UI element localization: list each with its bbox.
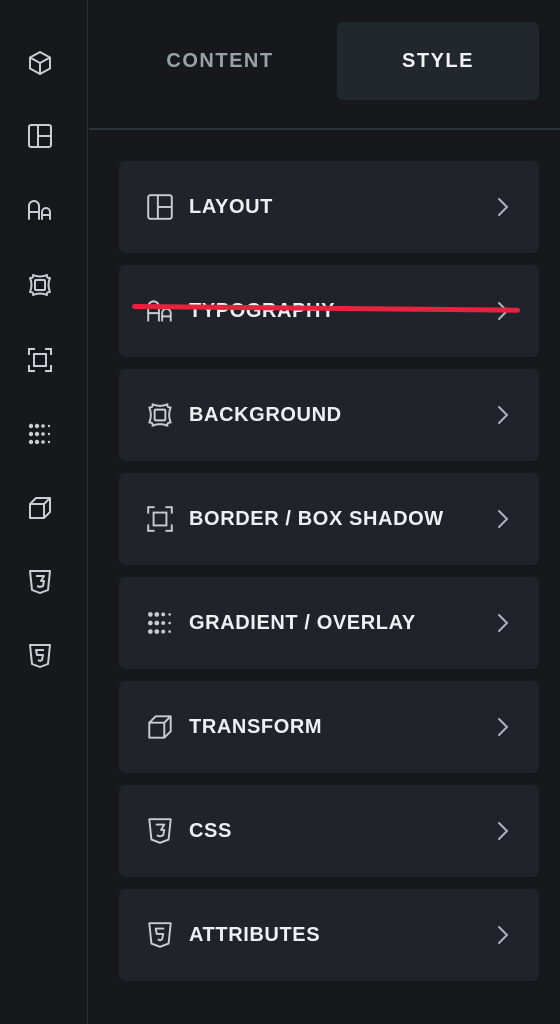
chevron-right-icon (493, 921, 513, 949)
typography-icon (145, 296, 175, 326)
tab-style[interactable]: STYLE (337, 22, 539, 100)
section-background[interactable]: BACKGROUND (119, 369, 539, 461)
html5-icon[interactable] (22, 638, 58, 674)
css3-icon (145, 816, 175, 846)
border-icon (145, 504, 175, 534)
chevron-right-icon (493, 817, 513, 845)
transform-icon[interactable] (22, 490, 58, 526)
section-gradient-overlay[interactable]: GRADIENT / OVERLAY (119, 577, 539, 669)
icon-rail (0, 0, 88, 1024)
section-border-box-shadow[interactable]: BORDER / BOX SHADOW (119, 473, 539, 565)
section-label: BORDER / BOX SHADOW (189, 507, 444, 530)
section-label: ATTRIBUTES (189, 923, 321, 946)
layout-icon (145, 192, 175, 222)
section-transform[interactable]: TRANSFORM (119, 681, 539, 773)
section-label: CSS (189, 819, 232, 842)
gradient-icon[interactable] (22, 416, 58, 452)
section-label: BACKGROUND (189, 403, 342, 426)
section-label: TRANSFORM (189, 715, 323, 738)
chevron-right-icon (493, 401, 513, 429)
background-icon[interactable] (22, 267, 58, 303)
chevron-right-icon (493, 505, 513, 533)
section-label: LAYOUT (189, 195, 273, 218)
layout-icon[interactable] (22, 118, 58, 154)
border-icon[interactable] (22, 342, 58, 378)
html5-icon (145, 920, 175, 950)
css3-icon[interactable] (22, 564, 58, 600)
section-layout[interactable]: LAYOUT (119, 161, 539, 253)
chevron-right-icon (493, 193, 513, 221)
transform-icon (145, 712, 175, 742)
section-label: GRADIENT / OVERLAY (189, 611, 416, 634)
chevron-right-icon (493, 713, 513, 741)
style-panel: CONTENT STYLE LAYOUT TYPOGRAPHY BACKGROU… (89, 0, 560, 1024)
gradient-icon (145, 608, 175, 638)
cube-icon[interactable] (22, 45, 58, 81)
typography-icon[interactable] (22, 192, 58, 228)
section-attributes[interactable]: ATTRIBUTES (119, 889, 539, 981)
chevron-right-icon (493, 609, 513, 637)
background-icon (145, 400, 175, 430)
section-css[interactable]: CSS (119, 785, 539, 877)
tab-content[interactable]: CONTENT (111, 22, 329, 100)
panel-tabs: CONTENT STYLE (89, 0, 560, 130)
section-label: TYPOGRAPHY (189, 299, 336, 322)
